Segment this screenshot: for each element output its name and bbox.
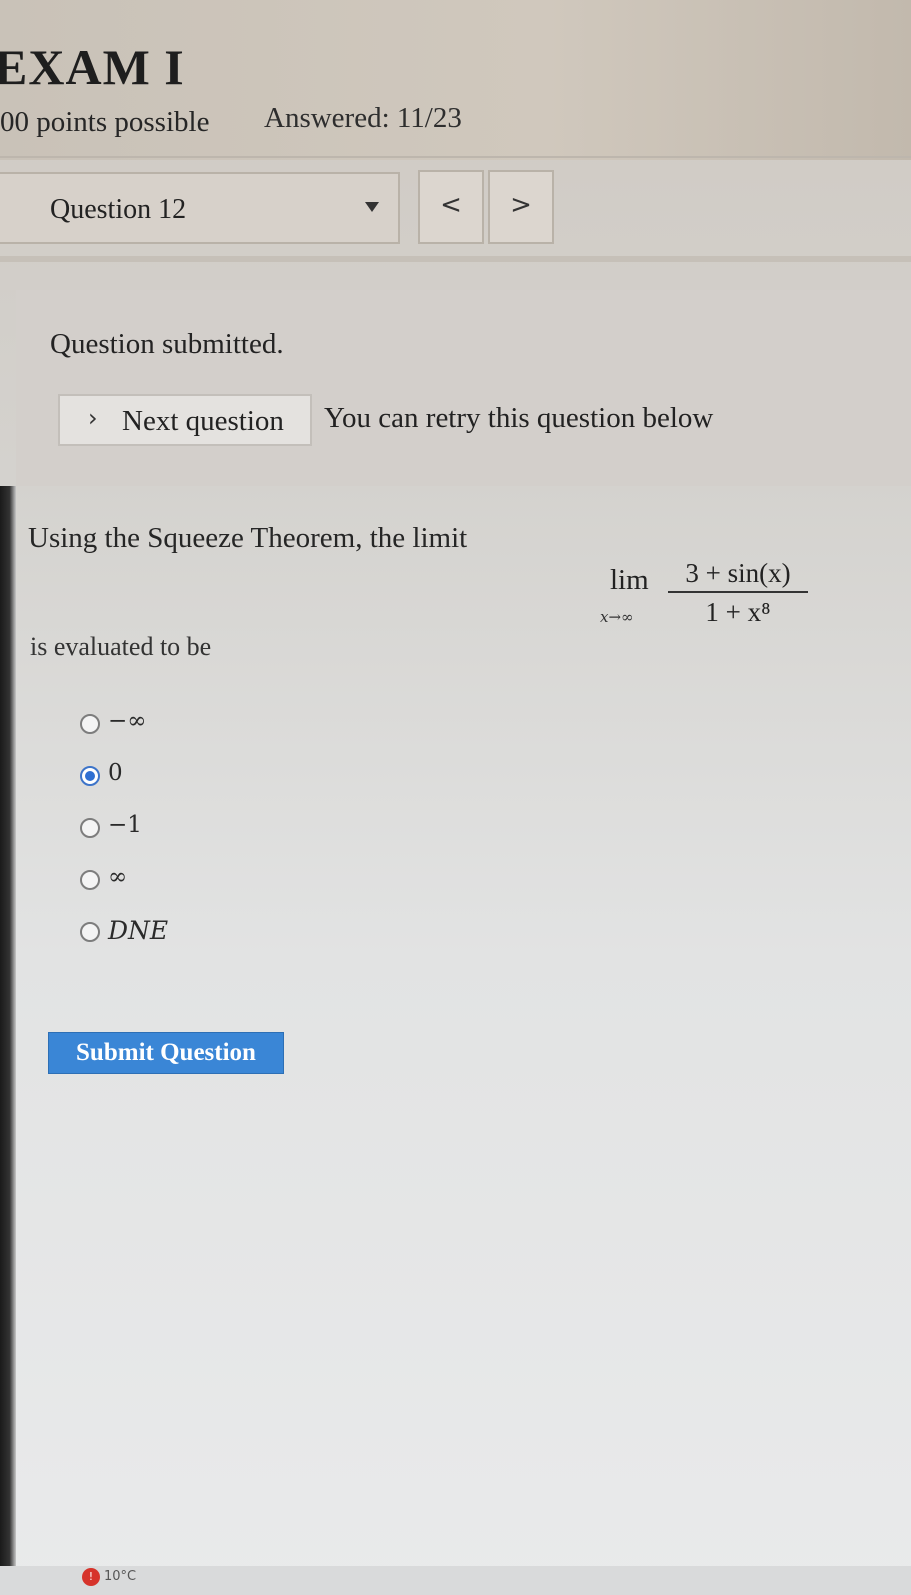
- fraction-denominator: 1 + x⁸: [705, 597, 771, 627]
- radio-button-selected[interactable]: [80, 766, 100, 786]
- option-label: ∞: [108, 864, 128, 890]
- next-question-button[interactable]: › Next question: [58, 394, 312, 446]
- limit-operator: lim: [610, 564, 649, 596]
- radio-button[interactable]: [80, 714, 100, 734]
- question-select-label: Question 12: [50, 194, 187, 225]
- chevron-right-icon: ›: [88, 404, 98, 432]
- option-label: 0: [108, 760, 123, 786]
- question-navigation: Question 12 < >: [0, 170, 911, 250]
- option-label: DNE: [108, 916, 169, 945]
- fraction-bar: [668, 591, 808, 593]
- question-prompt: Using the Squeeze Theorem, the limit: [28, 522, 468, 554]
- radio-button[interactable]: [80, 922, 100, 942]
- next-question-arrow-button[interactable]: >: [488, 170, 554, 244]
- limit-subscript: x→∞: [600, 608, 634, 626]
- dropdown-caret-icon: [365, 202, 379, 212]
- exam-title: EXAM I: [0, 39, 185, 95]
- retry-message: You can retry this question below: [324, 402, 714, 434]
- taskbar: ! 10°C: [0, 1566, 911, 1595]
- alert-icon[interactable]: !: [82, 1568, 100, 1586]
- answered-count: Answered: 11/23: [264, 102, 462, 134]
- submit-question-button[interactable]: Submit Question: [48, 1032, 284, 1074]
- radio-button[interactable]: [80, 870, 100, 890]
- header-divider: [0, 156, 911, 158]
- next-question-label: Next question: [122, 405, 284, 437]
- question-suffix: is evaluated to be: [30, 632, 212, 661]
- option-label: −∞: [108, 708, 147, 734]
- submitted-status: Question submitted.: [50, 328, 284, 360]
- question-body: Using the Squeeze Theorem, the limit lim…: [16, 486, 911, 1595]
- weather-temperature[interactable]: 10°C: [104, 1569, 136, 1584]
- points-possible: 00 points possible: [0, 106, 210, 138]
- fraction: 3 + sin(x) 1 + x⁸: [668, 558, 808, 628]
- option-label: −1: [108, 812, 142, 838]
- screen-bezel: [0, 486, 16, 1595]
- exam-header: EXAM I 00 points possible Answered: 11/2…: [0, 0, 911, 160]
- previous-question-button[interactable]: <: [418, 170, 484, 244]
- fraction-numerator: 3 + sin(x): [685, 558, 791, 588]
- submission-notice: Question submitted. › Next question You …: [16, 290, 911, 486]
- radio-button[interactable]: [80, 818, 100, 838]
- nav-divider: [0, 256, 911, 262]
- question-select[interactable]: Question 12: [0, 172, 400, 244]
- limit-formula: lim x→∞ 3 + sin(x) 1 + x⁸: [598, 558, 828, 638]
